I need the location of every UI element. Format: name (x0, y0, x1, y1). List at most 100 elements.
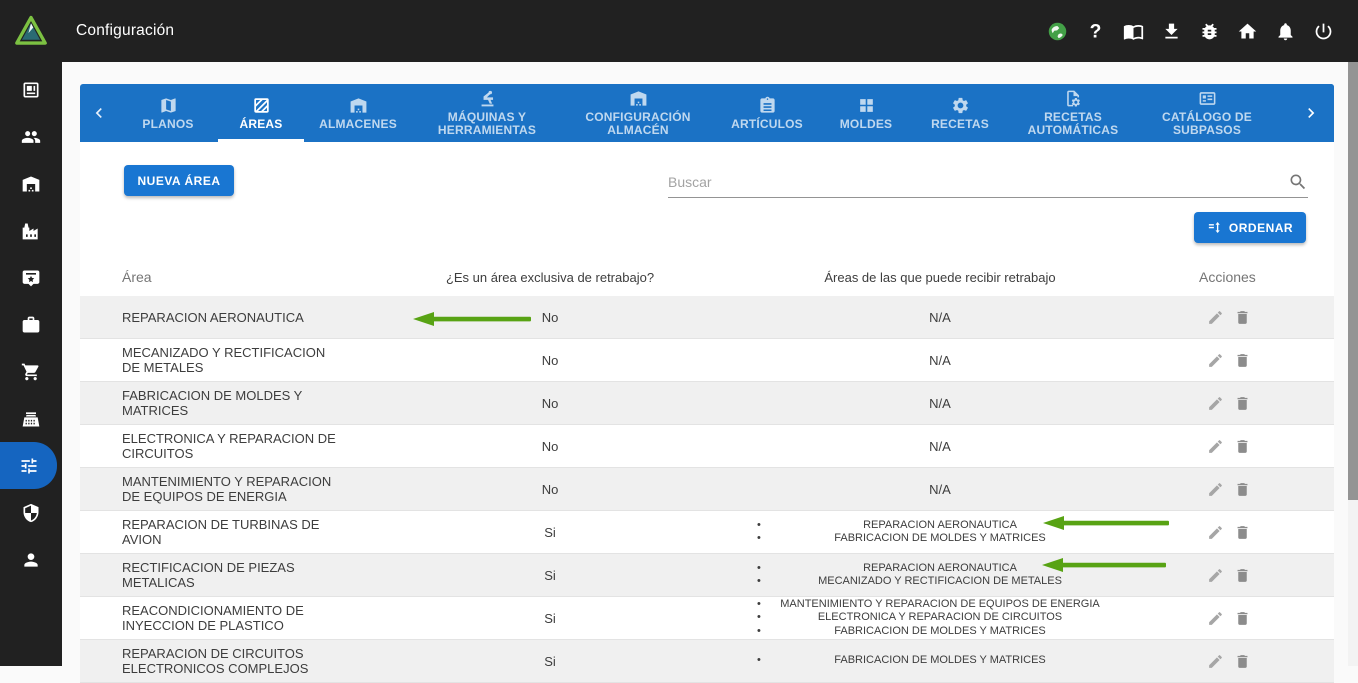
cell-receives-rework-from: N/A (690, 439, 1190, 454)
warehouse-icon (629, 89, 648, 108)
cell-area: FABRICACION DE MOLDES Y MATRICES (80, 388, 410, 418)
tab-almacenes[interactable]: ALMACENES (304, 84, 412, 142)
power-icon[interactable] (1313, 21, 1334, 42)
search-icon[interactable] (1288, 172, 1308, 192)
table-row: REPARACION DE CIRCUITOS ELECTRONICOS COM… (80, 640, 1334, 683)
sidebar-item-configuration[interactable] (0, 442, 57, 489)
sidebar-item-sales[interactable] (0, 395, 62, 442)
page-title: Configuración (76, 22, 174, 40)
table-row: RECTIFICACION DE PIEZAS METALICASSiREPAR… (80, 554, 1334, 597)
map-icon (159, 96, 178, 115)
table-body: REPARACION AERONAUTICANoN/AMECANIZADO Y … (80, 296, 1334, 683)
delete-icon[interactable] (1234, 610, 1251, 627)
download-icon[interactable] (1161, 21, 1182, 42)
cell-receives-rework-from: N/A (690, 482, 1190, 497)
search-input[interactable] (668, 174, 1288, 190)
tab-configuración-almacén[interactable]: CONFIGURACIÓN ALMACÉN (562, 84, 714, 142)
bug-icon[interactable] (1199, 21, 1220, 42)
topbar: Configuración ? (0, 0, 1358, 62)
tab-moldes[interactable]: MOLDES (820, 84, 912, 142)
tab-recetas-automáticas[interactable]: RECETAS AUTOMÁTICAS (1008, 84, 1138, 142)
cell-area: MANTENIMIENTO Y REPARACION DE EQUIPOS DE… (80, 474, 410, 504)
notifications-icon[interactable] (1275, 21, 1296, 42)
delete-icon[interactable] (1234, 352, 1251, 369)
receives-list: REPARACION AERONAUTICAFABRICACION DE MOL… (690, 519, 1190, 546)
table-row: FABRICACION DE MOLDES Y MATRICESNoN/A (80, 382, 1334, 425)
edit-icon[interactable] (1207, 309, 1224, 326)
factory-icon (21, 221, 41, 241)
sidebar-item-users[interactable] (0, 113, 62, 160)
delete-icon[interactable] (1234, 309, 1251, 326)
tab-máquinas-y-herramientas[interactable]: MÁQUINAS Y HERRAMIENTAS (412, 84, 562, 142)
edit-icon[interactable] (1207, 395, 1224, 412)
topbar-icon-group: ? (1047, 21, 1334, 42)
cell-area: REPARACION DE CIRCUITOS ELECTRONICOS COM… (80, 646, 410, 676)
tabs-scroll-left-button[interactable] (80, 84, 118, 142)
sales-icon (21, 409, 41, 429)
cell-receives-rework-from: MANTENIMIENTO Y REPARACION DE EQUIPOS DE… (690, 598, 1190, 639)
machine-icon (478, 89, 497, 108)
delete-icon[interactable] (1234, 567, 1251, 584)
areas-icon (252, 96, 271, 115)
home-icon[interactable] (1237, 21, 1258, 42)
receives-list-item: REPARACION AERONAUTICA (690, 519, 1190, 533)
sidebar-item-warehouse[interactable] (0, 160, 62, 207)
header-area: Área (80, 269, 410, 285)
cell-actions (1190, 395, 1334, 412)
delete-icon[interactable] (1234, 395, 1251, 412)
edit-icon[interactable] (1207, 524, 1224, 541)
tab-label: ALMACENES (319, 118, 397, 131)
table-header: Área ¿Es un área exclusiva de retrabajo?… (80, 258, 1334, 296)
list-card-icon (1198, 89, 1217, 108)
manual-icon[interactable] (1123, 21, 1144, 42)
delete-icon[interactable] (1234, 438, 1251, 455)
page-scrollbar[interactable] (1348, 62, 1358, 666)
edit-icon[interactable] (1207, 610, 1224, 627)
edit-icon[interactable] (1207, 438, 1224, 455)
tab-label: ÁREAS (239, 118, 282, 131)
tab-catálogo-de-subpasos[interactable]: CATÁLOGO DE SUBPASOS (1138, 84, 1276, 142)
delete-icon[interactable] (1234, 524, 1251, 541)
receives-list-item: MANTENIMIENTO Y REPARACION DE EQUIPOS DE… (690, 598, 1190, 612)
cell-actions (1190, 653, 1334, 670)
cell-receives-rework-from: REPARACION AERONAUTICAMECANIZADO Y RECTI… (690, 562, 1190, 589)
tab-label: MÁQUINAS Y HERRAMIENTAS (412, 111, 562, 137)
sidebar-item-purchases[interactable] (0, 348, 62, 395)
cell-actions (1190, 309, 1334, 326)
sidebar-item-security[interactable] (0, 489, 62, 536)
tab-recetas[interactable]: RECETAS (912, 84, 1008, 142)
sidebar-item-toolbox[interactable] (0, 301, 62, 348)
tab-planos[interactable]: PLANOS (118, 84, 218, 142)
edit-icon[interactable] (1207, 567, 1224, 584)
edit-icon[interactable] (1207, 653, 1224, 670)
receives-list-item: MECANIZADO Y RECTIFICACION DE METALES (690, 575, 1190, 589)
sidebar-item-certificates[interactable] (0, 254, 62, 301)
edit-icon[interactable] (1207, 481, 1224, 498)
cell-receives-rework-from: N/A (690, 396, 1190, 411)
tab-áreas[interactable]: ÁREAS (218, 84, 304, 142)
receives-list-item: FABRICACION DE MOLDES Y MATRICES (690, 532, 1190, 546)
order-button[interactable]: ORDENAR (1194, 212, 1306, 243)
cell-exclusive-rework: No (410, 482, 690, 497)
sidebar-item-news[interactable] (0, 66, 62, 113)
sidebar-item-account[interactable] (0, 536, 62, 583)
table-row: MECANIZADO Y RECTIFICACION DE METALESNoN… (80, 339, 1334, 382)
new-area-button[interactable]: NUEVA ÁREA (124, 165, 234, 196)
sidebar (0, 62, 62, 666)
delete-icon[interactable] (1234, 481, 1251, 498)
globe-icon[interactable] (1047, 21, 1068, 42)
delete-icon[interactable] (1234, 653, 1251, 670)
scrollbar-thumb[interactable] (1348, 62, 1358, 500)
edit-icon[interactable] (1207, 352, 1224, 369)
tab-artículos[interactable]: ARTÍCULOS (714, 84, 820, 142)
file-gear-icon (1064, 89, 1083, 108)
help-icon[interactable]: ? (1085, 21, 1106, 42)
gear-icon (951, 96, 970, 115)
tabs: PLANOS ÁREAS ALMACENES MÁQUINAS Y HERRAMIEN… (118, 84, 1334, 142)
tabs-scroll-right-button[interactable] (1288, 84, 1334, 142)
sidebar-item-factory[interactable] (0, 207, 62, 254)
cell-receives-rework-from: REPARACION AERONAUTICAFABRICACION DE MOL… (690, 519, 1190, 546)
cell-area: REPARACION DE TURBINAS DE AVION (80, 517, 410, 547)
table-row: REPARACION DE TURBINAS DE AVIONSiREPARAC… (80, 511, 1334, 554)
tab-label: MOLDES (840, 118, 893, 131)
